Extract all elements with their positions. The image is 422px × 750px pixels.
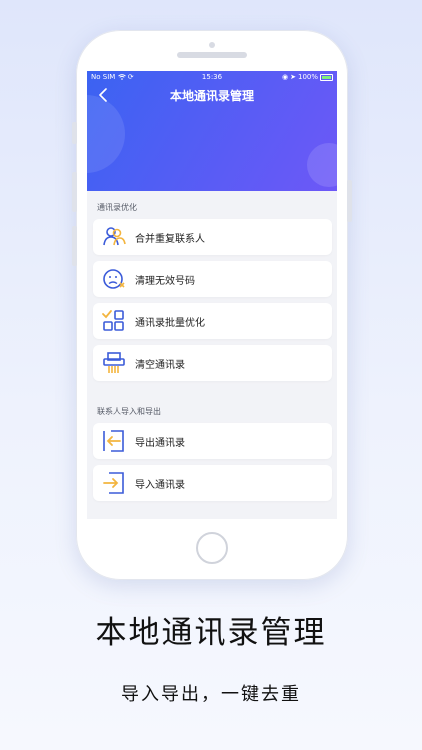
clear-contacts-item[interactable]: 清空通讯录 [93,345,332,381]
app-screen: No SIM ⟳ 15:36 ◉ ➤ 100% 本地通讯录管理 通讯录优化 合并… [87,71,337,519]
clear-contacts-label: 清空通讯录 [135,359,185,371]
clean-invalid-numbers-item[interactable]: 清理无效号码 [93,261,332,297]
volume-up-button [72,172,77,212]
phone-frame: No SIM ⟳ 15:36 ◉ ➤ 100% 本地通讯录管理 通讯录优化 合并… [72,30,352,580]
battery-percent: 100% [297,73,318,81]
export-contacts-label: 导出通讯录 [135,437,185,449]
shredder-icon [103,352,125,373]
export-contacts-item[interactable]: 导出通讯录 [93,423,332,459]
promo-subtitle: 导入导出，一键去重 [121,684,301,705]
merge-duplicates-item[interactable]: 合并重复联系人 [93,219,332,255]
home-button[interactable] [196,532,228,564]
sad-face-clean-icon [103,269,125,289]
location-icon: ➤ [290,73,296,81]
batch-grid-check-icon [102,310,124,331]
power-button [347,180,352,222]
decor-bubble [87,95,125,173]
decor-bubble [307,143,337,187]
promo-title: 本地通讯录管理 [95,615,327,651]
front-camera [209,42,215,48]
batch-optimize-item[interactable]: 通讯录批量优化 [93,303,332,339]
section-label-optimize: 通讯录优化 [97,203,137,212]
lock-rotation-icon: ◉ [282,73,289,81]
status-bar: No SIM ⟳ 15:36 ◉ ➤ 100% [87,71,337,83]
merge-contacts-icon [103,227,126,246]
import-contacts-label: 导入通讯录 [135,479,185,491]
battery-icon [320,73,333,81]
import-contacts-item[interactable]: 导入通讯录 [93,465,332,501]
import-arrow-icon [103,472,124,494]
volume-down-button [72,226,77,266]
earpiece-speaker [177,52,247,58]
export-arrow-icon [103,430,124,452]
clean-invalid-numbers-label: 清理无效号码 [135,275,195,287]
merge-duplicates-label: 合并重复联系人 [135,233,205,245]
batch-optimize-label: 通讯录批量优化 [135,317,205,329]
page-title: 本地通讯录管理 [169,89,254,103]
header-banner: No SIM ⟳ 15:36 ◉ ➤ 100% 本地通讯录管理 [87,71,337,191]
mute-switch [72,122,77,144]
section-label-import-export: 联系人导入和导出 [97,407,161,416]
